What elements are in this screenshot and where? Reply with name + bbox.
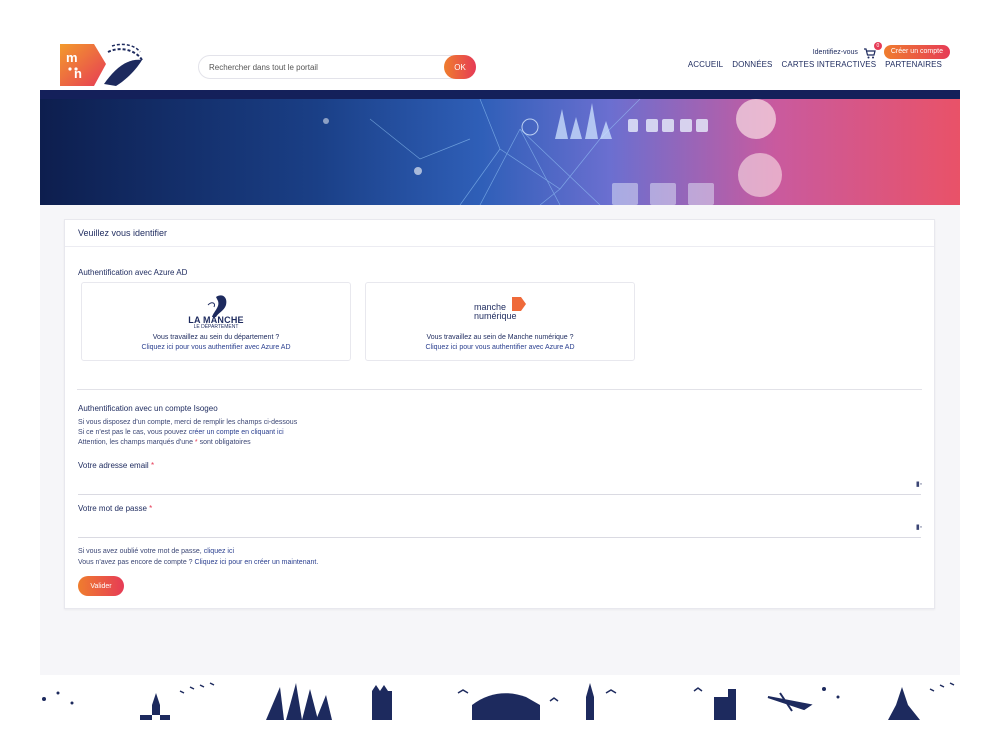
user-links: Identifiez-vous 0 Créer un compte [813, 42, 950, 60]
password-label-text: Votre mot de passe [78, 504, 147, 513]
create-account-button[interactable]: Créer un compte [883, 45, 950, 59]
title-divider [65, 246, 934, 247]
azure-mn-question: Vous travaillez au sein de Manche numéri… [426, 334, 574, 341]
site-header: m n OK Identifiez-vous 0 Créer un compte… [40, 30, 960, 90]
skyline-illustration [42, 682, 955, 720]
azure-mn-link[interactable]: Cliquez ici pour vous authentifier avec … [366, 344, 634, 351]
azure-departement-question: Vous travaillez au sein du département ? [152, 334, 280, 341]
no-account-link[interactable]: Cliquez ici pour en créer un maintenant. [195, 559, 319, 566]
password-field[interactable] [78, 520, 921, 538]
manche-numerique-logo-text: manche numérique [474, 303, 517, 321]
nav-cartes-interactives[interactable]: CARTES INTERACTIVES [782, 60, 877, 69]
password-required-star: * [149, 504, 153, 513]
email-label: Votre adresse email * [78, 461, 154, 470]
email-autofill-icon[interactable]: ▮◦ [915, 481, 923, 489]
search-ok-button[interactable]: OK [444, 55, 476, 79]
banner-top-strip [40, 90, 960, 99]
main-nav: ACCUEIL DONNÉES CARTES INTERACTIVES PART… [688, 60, 942, 69]
manche-numerique-logo-line2: numérique [474, 311, 517, 321]
section-divider [77, 389, 922, 390]
email-required-star: * [150, 461, 155, 470]
hero-banner [40, 99, 960, 205]
banner-graphics [323, 99, 782, 205]
isogeo-section-title: Authentification avec un compte Isogeo [78, 404, 218, 413]
login-card: Veuillez vous identifier Authentificatio… [64, 219, 935, 609]
identify-link[interactable]: Identifiez-vous [813, 49, 858, 56]
login-title: Veuillez vous identifier [78, 228, 168, 238]
password-label: Votre mot de passe * [78, 504, 152, 513]
email-field[interactable] [78, 477, 921, 495]
isogeo-info-line1: Si vous disposez d'un compte, merci de r… [78, 419, 298, 426]
no-account-line: Vous n'avez pas encore de compte ? Cliqu… [78, 559, 318, 566]
password-autofill-icon[interactable]: ▮◦ [915, 524, 923, 532]
nav-partenaires[interactable]: PARTENAIRES [885, 60, 942, 69]
required-note-suffix: sont obligatoires [199, 439, 251, 446]
azure-manche-numerique-option[interactable]: manche numérique Vous travaillez au sein… [365, 282, 635, 361]
footer-skyline [40, 675, 960, 720]
no-account-text: Vous n'avez pas encore de compte ? [78, 559, 193, 566]
svg-text:m: m [66, 50, 78, 65]
la-manche-logo-subtext: LE DÉPARTEMENT [193, 324, 239, 330]
azure-departement-link[interactable]: Cliquez ici pour vous authentifier avec … [82, 344, 350, 351]
submit-button[interactable]: Valider [78, 576, 124, 596]
forgot-password-line: Si vous avez oublié votre mot de passe, … [78, 548, 234, 555]
cart-count-badge: 0 [873, 42, 882, 50]
cart-icon[interactable]: 0 [863, 42, 882, 59]
forgot-password-text: Si vous avez oublié votre mot de passe, [78, 548, 202, 555]
manche-numerique-logo[interactable]: m n [56, 40, 144, 90]
azure-section-title: Authentification avec Azure AD [78, 268, 188, 277]
isogeo-info-line2: Si ce n'est pas le cas, vous pouvez crée… [78, 429, 284, 436]
email-label-text: Votre adresse email [78, 461, 149, 470]
create-account-link[interactable]: créer un compte en cliquant ici [189, 429, 284, 436]
nav-accueil[interactable]: ACCUEIL [688, 60, 723, 69]
isogeo-info-line3: Attention, les champs marqués d'une * so… [78, 439, 251, 446]
required-note-star: * [194, 439, 198, 446]
nav-donnees[interactable]: DONNÉES [732, 60, 772, 69]
search-input[interactable] [209, 60, 439, 75]
manche-numerique-logo-icon [512, 297, 526, 311]
search-bar: OK [198, 55, 476, 79]
forgot-password-link[interactable]: cliquez ici [204, 548, 234, 555]
required-note-prefix: Attention, les champs marqués d'une [78, 439, 193, 446]
azure-departement-option[interactable]: LA MANCHE LE DÉPARTEMENT Vous travaillez… [81, 282, 351, 361]
isogeo-info-line2-text: Si ce n'est pas le cas, vous pouvez [78, 429, 187, 436]
browser-frame: m n OK Identifiez-vous 0 Créer un compte… [40, 30, 960, 720]
